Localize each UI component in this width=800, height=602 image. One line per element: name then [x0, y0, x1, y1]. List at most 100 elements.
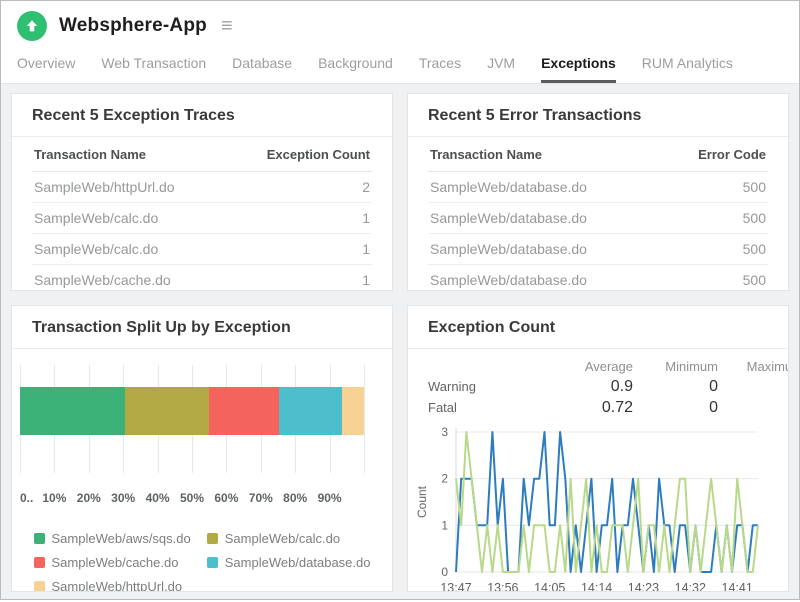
- value-cell: 500: [663, 265, 768, 292]
- value-cell: 1: [236, 203, 372, 234]
- tab-traces[interactable]: Traces: [419, 55, 461, 83]
- x-tick-label: 14:32: [675, 581, 706, 592]
- bar-segment-sampleweb-httpurl-do[interactable]: [342, 387, 364, 435]
- transaction-name-cell: SampleWeb/database.do: [428, 172, 663, 203]
- tab-jvm[interactable]: JVM: [487, 55, 515, 83]
- tab-rum-analytics[interactable]: RUM Analytics: [642, 55, 733, 83]
- value-cell: 500: [663, 172, 768, 203]
- panel-recent-error-transactions: Recent 5 Error Transactions Transaction …: [407, 93, 789, 291]
- x-tick-label: 80%: [283, 491, 307, 505]
- x-tick-label: 13:47: [440, 581, 471, 592]
- stats-row-warning: Warning0.903: [428, 376, 789, 397]
- transaction-name-cell: SampleWeb/database.do: [428, 234, 663, 265]
- bar-segment-sampleweb-cache-do[interactable]: [209, 387, 279, 435]
- x-tick-label: 30%: [111, 491, 135, 505]
- value-cell: 500: [663, 203, 768, 234]
- panel-transaction-split: Transaction Split Up by Exception 0..10%…: [11, 305, 393, 592]
- page-title: Websphere-App: [59, 15, 207, 37]
- y-tick-label: 1: [441, 518, 448, 532]
- stats-value: 3: [718, 398, 789, 418]
- table-row[interactable]: SampleWeb/database.do500: [428, 172, 768, 203]
- legend-item-sampleweb-httpurl-do[interactable]: SampleWeb/httpUrl.do: [34, 579, 191, 592]
- gridline: [364, 365, 365, 473]
- bar-segment-sampleweb-calc-do[interactable]: [125, 387, 209, 435]
- legend-item-sampleweb-calc-do[interactable]: SampleWeb/calc.do: [207, 531, 371, 546]
- x-tick-label: 14:05: [534, 581, 565, 592]
- exception-traces-table: Transaction NameException CountSampleWeb…: [32, 137, 372, 291]
- transaction-name-cell: SampleWeb/database.do: [428, 265, 663, 292]
- column-header: Error Code: [663, 137, 768, 172]
- stats-header-row: AverageMinimumMaximum: [428, 357, 789, 376]
- monitor-status-badge: [17, 11, 47, 41]
- table-row[interactable]: SampleWeb/database.do500: [428, 265, 768, 292]
- legend-swatch: [207, 533, 218, 544]
- legend-swatch: [34, 557, 45, 568]
- tab-overview[interactable]: Overview: [17, 55, 75, 83]
- tab-web-transaction[interactable]: Web Transaction: [101, 55, 206, 83]
- legend-label: SampleWeb/cache.do: [52, 555, 179, 570]
- transaction-name-cell: SampleWeb/httpUrl.do: [32, 172, 236, 203]
- transaction-name-cell: SampleWeb/cache.do: [32, 265, 236, 292]
- value-cell: 500: [663, 234, 768, 265]
- legend-label: SampleWeb/database.do: [225, 555, 371, 570]
- bar-segment-sampleweb-aws-sqs-do[interactable]: [20, 387, 125, 435]
- table-row[interactable]: SampleWeb/calc.do1: [32, 234, 372, 265]
- x-tick-label: 14:41: [722, 581, 753, 592]
- hamburger-icon[interactable]: ≡: [221, 16, 233, 36]
- table-row[interactable]: SampleWeb/httpUrl.do2: [32, 172, 372, 203]
- stats-column-header: Average: [538, 357, 633, 376]
- bar-plot-area: [20, 365, 364, 473]
- transaction-name-cell: SampleWeb/calc.do: [32, 203, 236, 234]
- stats-row-fatal: Fatal0.7203: [428, 397, 789, 418]
- y-tick-label: 0: [441, 565, 448, 579]
- stats-value: 0.72: [538, 398, 633, 418]
- table-row[interactable]: SampleWeb/cache.do1: [32, 265, 372, 292]
- x-tick-label: 60%: [214, 491, 238, 505]
- value-cell: 1: [236, 265, 372, 292]
- transaction-name-cell: SampleWeb/database.do: [428, 203, 663, 234]
- panel-exception-count: Exception Count AverageMinimumMaximumWar…: [407, 305, 789, 592]
- x-tick-label: 14:23: [628, 581, 659, 592]
- panel-title: Exception Count: [408, 306, 788, 349]
- x-tick-label: 90%: [318, 491, 342, 505]
- stats-value: 3: [718, 377, 789, 397]
- legend-swatch: [207, 557, 218, 568]
- legend-label: SampleWeb/calc.do: [225, 531, 340, 546]
- legend-item-sampleweb-aws-sqs-do[interactable]: SampleWeb/aws/sqs.do: [34, 531, 191, 546]
- column-header: Exception Count: [236, 137, 372, 172]
- x-tick-label: 70%: [249, 491, 273, 505]
- bar-chart-legend: SampleWeb/aws/sqs.do SampleWeb/calc.do Sam…: [34, 531, 371, 592]
- transaction-name-cell: SampleWeb/calc.do: [32, 234, 236, 265]
- stacked-bar-chart: [12, 349, 392, 473]
- legend-swatch: [34, 581, 45, 592]
- table-row[interactable]: SampleWeb/database.do500: [428, 234, 768, 265]
- x-tick-label: 13:56: [487, 581, 518, 592]
- dashboard-content: Recent 5 Exception Traces Transaction Na…: [1, 84, 799, 602]
- bar-segment-sampleweb-database-do[interactable]: [279, 387, 341, 435]
- tab-background[interactable]: Background: [318, 55, 393, 83]
- x-tick-label: 14:14: [581, 581, 612, 592]
- exception-count-stats: AverageMinimumMaximumWarning0.903Fatal0.…: [428, 357, 789, 418]
- x-tick-label: 50%: [180, 491, 204, 505]
- stats-value: 0: [633, 377, 718, 397]
- legend-item-sampleweb-database-do[interactable]: SampleWeb/database.do: [207, 555, 371, 570]
- line-chart-svg: 0123Count13:4713:5614:0514:1414:2314:321…: [414, 422, 774, 592]
- legend-label: SampleWeb/httpUrl.do: [52, 579, 183, 592]
- column-header: Transaction Name: [32, 137, 236, 172]
- panel-title: Recent 5 Exception Traces: [12, 94, 392, 137]
- stats-column-header: Minimum: [633, 357, 718, 376]
- x-tick-label: 0..: [20, 491, 33, 505]
- tab-database[interactable]: Database: [232, 55, 292, 83]
- table-row[interactable]: SampleWeb/calc.do1: [32, 203, 372, 234]
- y-tick-label: 2: [441, 472, 448, 486]
- tab-exceptions[interactable]: Exceptions: [541, 55, 616, 83]
- table-row[interactable]: SampleWeb/database.do500: [428, 203, 768, 234]
- legend-item-sampleweb-cache-do[interactable]: SampleWeb/cache.do: [34, 555, 191, 570]
- up-arrow-icon: [25, 19, 39, 33]
- stats-value: 0.9: [538, 377, 633, 397]
- x-tick-label: 40%: [146, 491, 170, 505]
- legend-swatch: [34, 533, 45, 544]
- x-tick-label: 20%: [77, 491, 101, 505]
- line-chart: 0123Count13:4713:5614:0514:1414:2314:321…: [414, 422, 788, 592]
- stats-row-label: Fatal: [428, 397, 538, 418]
